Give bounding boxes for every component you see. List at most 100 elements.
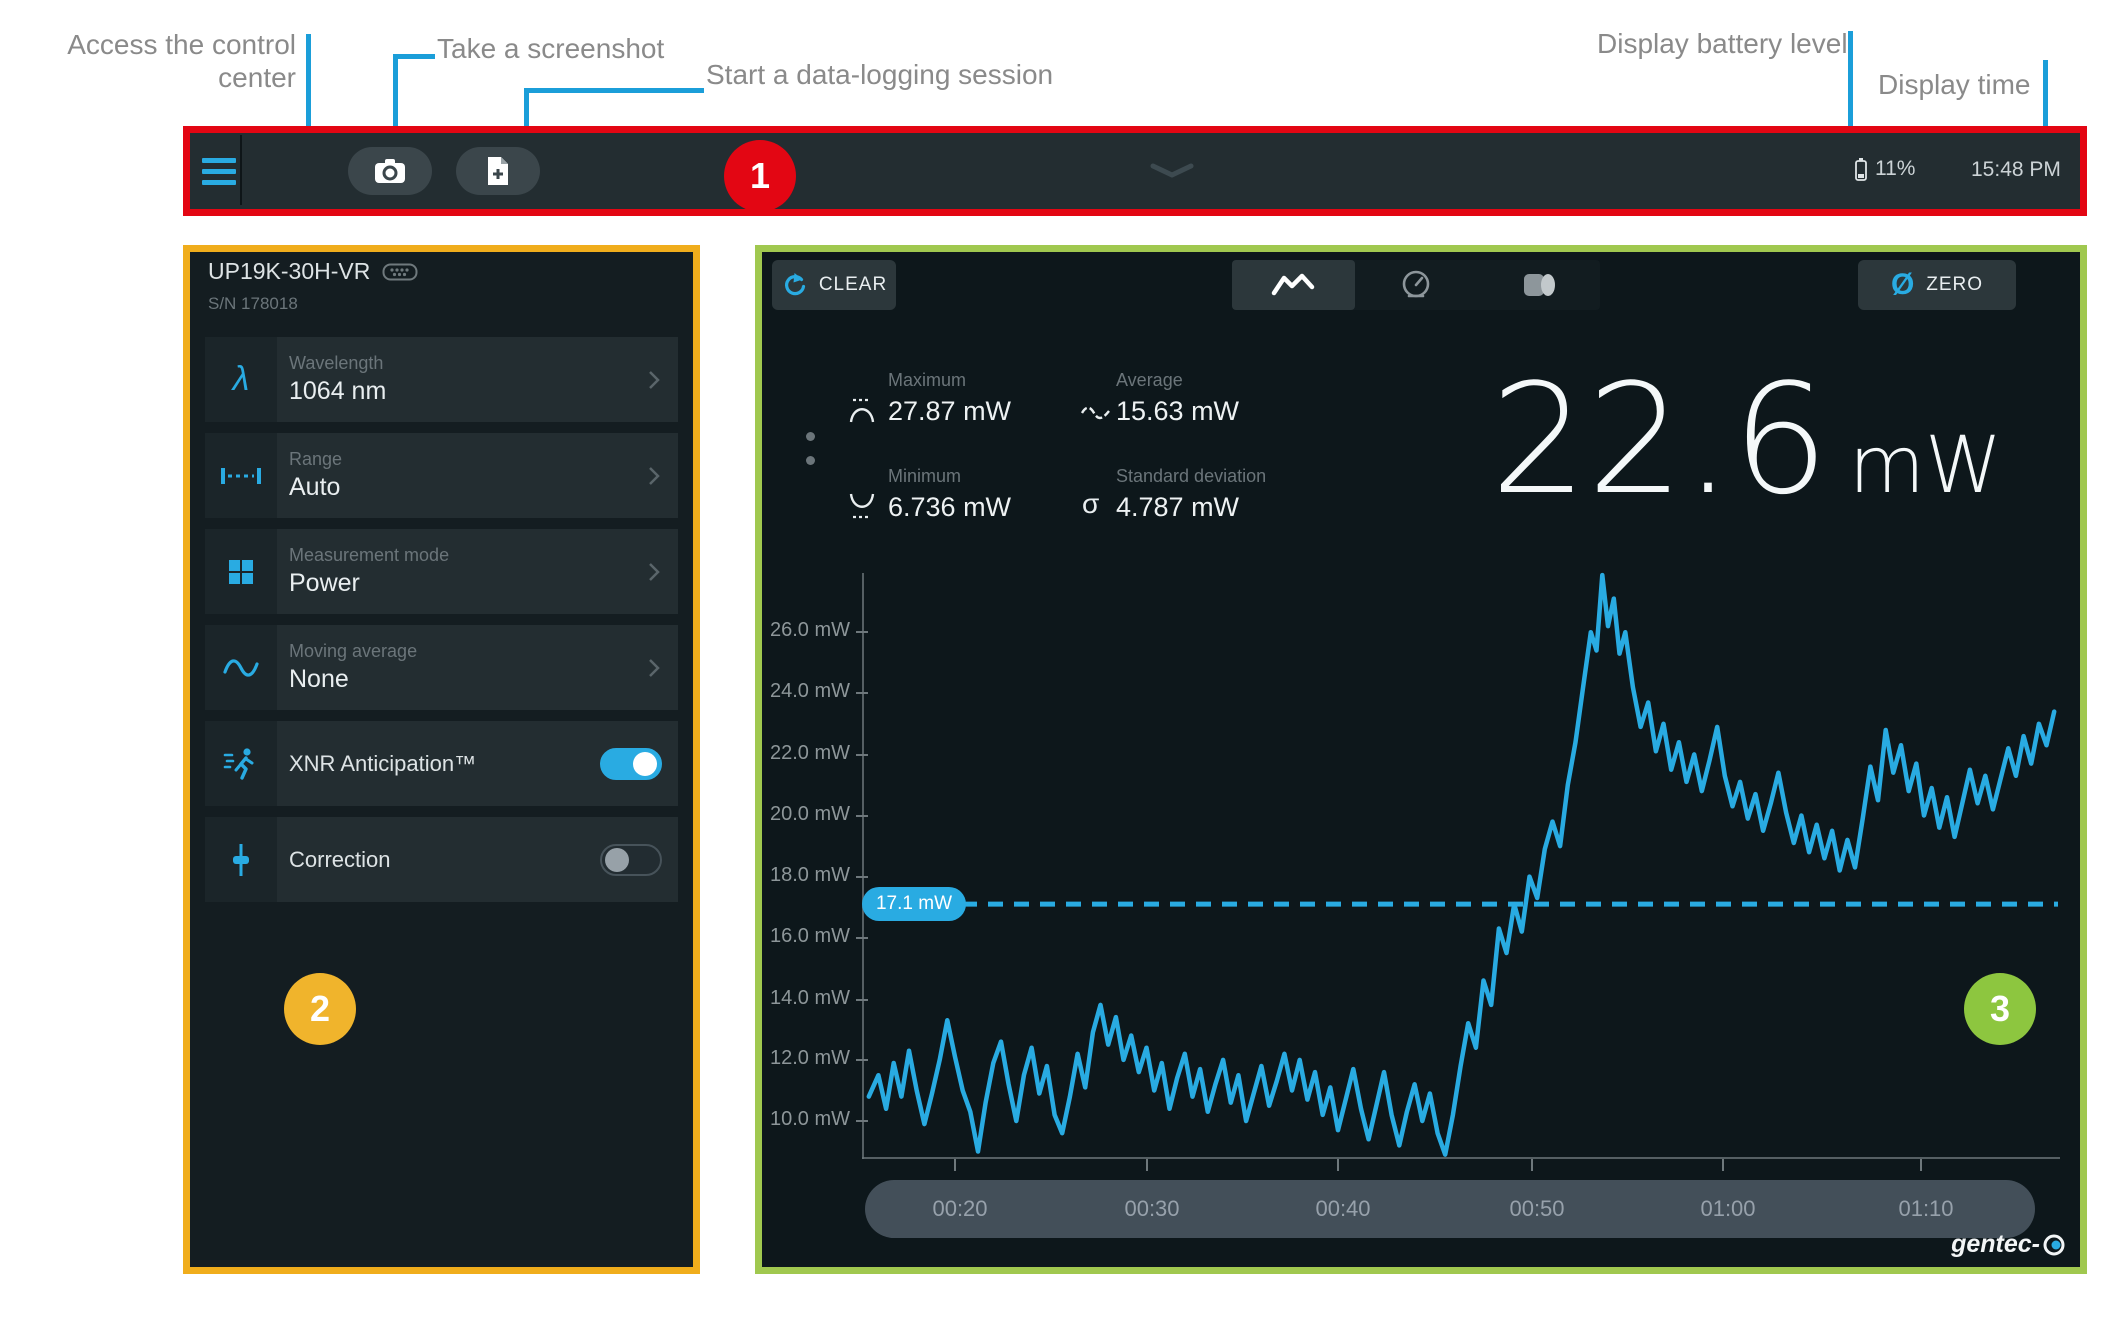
- device-settings-panel: UP19K-30H-VR S/N 178018 λ Wavelength 106…: [183, 245, 700, 1274]
- annotation-screenshot: Take a screenshot: [437, 33, 665, 64]
- slider-icon: [205, 817, 277, 902]
- x-tick: [1337, 1159, 1339, 1171]
- setting-value: None: [289, 665, 349, 693]
- toolbar-divider: [240, 135, 242, 205]
- clear-label: CLEAR: [818, 274, 888, 295]
- average-label: Average: [1116, 370, 1183, 390]
- device-name-row: UP19K-30H-VR: [208, 258, 418, 285]
- annotation-control-center: Access the control center: [67, 29, 296, 93]
- y-tick-label: 12.0 mW: [769, 1047, 850, 1069]
- setting-correction[interactable]: Correction: [205, 817, 678, 902]
- setting-label: Measurement mode: [289, 545, 450, 565]
- datalog-button[interactable]: [456, 147, 540, 195]
- average-icon: [1080, 406, 1110, 420]
- y-tick-label: 24.0 mW: [769, 680, 850, 702]
- stddev-label: Standard deviation: [1116, 466, 1267, 486]
- connector-icon: [382, 263, 418, 280]
- grid-icon: [205, 529, 277, 614]
- setting-moving-average[interactable]: Moving average None: [205, 625, 678, 710]
- live-reading: 22.6 mW: [1490, 364, 2002, 516]
- stats-handle-dot[interactable]: [806, 456, 815, 465]
- y-tick-label: 22.0 mW: [769, 742, 850, 764]
- zero-button[interactable]: Ø ZERO: [1858, 260, 2016, 310]
- maximum-label: Maximum: [888, 370, 967, 390]
- setting-value: Auto: [289, 473, 341, 501]
- device-serial: S/N 178018: [208, 294, 298, 313]
- callout-line-datalog-h: [524, 88, 704, 93]
- setting-label: Wavelength: [289, 353, 384, 373]
- clear-button[interactable]: CLEAR: [772, 260, 896, 310]
- threshold-value: 17.1 mW: [875, 893, 953, 915]
- x-tick-label: 00:30: [1124, 1196, 1180, 1221]
- toolbar-expand-chevron[interactable]: [1150, 163, 1194, 184]
- setting-range[interactable]: Range Auto: [205, 433, 678, 518]
- brand-logo: gentec-: [1951, 1230, 2066, 1259]
- stats-handle-dot[interactable]: [806, 432, 815, 441]
- minimum-icon: [849, 493, 875, 519]
- step-badge-2: 2: [284, 973, 356, 1045]
- range-icon: [205, 433, 277, 518]
- y-tick-label: 20.0 mW: [769, 803, 850, 825]
- step-badge-3: 3: [1964, 973, 2036, 1045]
- x-tick: [1920, 1159, 1922, 1171]
- chevron-down-icon: [1150, 163, 1194, 178]
- y-tick-label: 14.0 mW: [769, 987, 850, 1009]
- gauge-icon: [1402, 270, 1430, 298]
- top-toolbar: 11% 15:48 PM: [183, 126, 2087, 216]
- x-tick-label: 01:00: [1700, 1196, 1756, 1221]
- tab-detector-view[interactable]: [1477, 260, 1600, 310]
- reading-unit: mW: [1848, 421, 2002, 511]
- setting-measurement-mode[interactable]: Measurement mode Power: [205, 529, 678, 614]
- y-tick-label: 16.0 mW: [769, 925, 850, 947]
- setting-value: Power: [289, 569, 360, 597]
- x-tick-label: 01:10: [1898, 1196, 1954, 1221]
- y-tick-label: 18.0 mW: [769, 864, 850, 886]
- step-badge-1: 1: [724, 140, 796, 212]
- setting-label: Range: [289, 449, 343, 469]
- minimum-value: 6.736 mW: [888, 492, 1012, 522]
- threshold-marker[interactable]: 17.1 mW: [862, 887, 966, 922]
- zero-icon: Ø: [1890, 268, 1915, 301]
- x-tick: [1531, 1159, 1533, 1171]
- reading-value: 22.6: [1490, 351, 1829, 528]
- tutorial-page: Access the control center Take a screens…: [0, 0, 2121, 1338]
- time-axis-scrollbar[interactable]: 00:20 00:30 00:40 00:50 01:00 01:10: [865, 1180, 2035, 1238]
- measurement-display: CLEAR Ø ZERO Maximum 27.87 mW Average 15…: [755, 245, 2087, 1274]
- xnr-anticipation-toggle[interactable]: [600, 747, 662, 780]
- maximum-value: 27.87 mW: [888, 396, 1012, 426]
- annotation-datalog: Start a data-logging session: [706, 59, 1054, 90]
- y-tick-label: 10.0 mW: [769, 1108, 850, 1130]
- brand-text: gentec-: [1951, 1230, 2040, 1258]
- battery-icon: [1855, 158, 1867, 181]
- callout-line-screenshot-h: [393, 54, 435, 59]
- stddev-value: 4.787 mW: [1116, 492, 1240, 522]
- camera-icon: [375, 159, 405, 183]
- chevron-right-icon: [648, 529, 678, 614]
- lambda-icon: λ: [205, 337, 277, 422]
- battery-percent: 11%: [1875, 157, 1916, 180]
- detector-icon: [1523, 274, 1555, 296]
- correction-toggle[interactable]: [600, 843, 662, 876]
- annotation-battery: Display battery level: [1597, 28, 1848, 59]
- x-tick: [1722, 1159, 1724, 1171]
- display-mode-tabs: [1232, 260, 1600, 310]
- tab-gauge-view[interactable]: [1355, 260, 1478, 310]
- x-tick-label: 00:20: [932, 1196, 988, 1221]
- annotation-time: Display time: [1878, 69, 2031, 100]
- setting-xnr-anticipation[interactable]: XNR Anticipation™: [205, 721, 678, 806]
- tab-chart-view[interactable]: [1232, 260, 1355, 310]
- setting-wavelength[interactable]: λ Wavelength 1064 nm: [205, 337, 678, 422]
- line-chart-icon: [1272, 273, 1315, 296]
- chevron-right-icon: [648, 625, 678, 710]
- runner-icon: [205, 721, 277, 806]
- toggle-label: XNR Anticipation™: [289, 750, 477, 776]
- power-trace-chart: [866, 572, 2058, 1157]
- control-center-menu-button[interactable]: [202, 153, 238, 189]
- x-tick: [1146, 1159, 1148, 1171]
- screenshot-button[interactable]: [348, 147, 432, 195]
- average-value: 15.63 mW: [1116, 396, 1240, 426]
- minimum-label: Minimum: [888, 466, 962, 486]
- gentec-eo-mark-icon: [2043, 1234, 2065, 1255]
- maximum-icon: [849, 398, 875, 423]
- x-tick: [954, 1159, 956, 1171]
